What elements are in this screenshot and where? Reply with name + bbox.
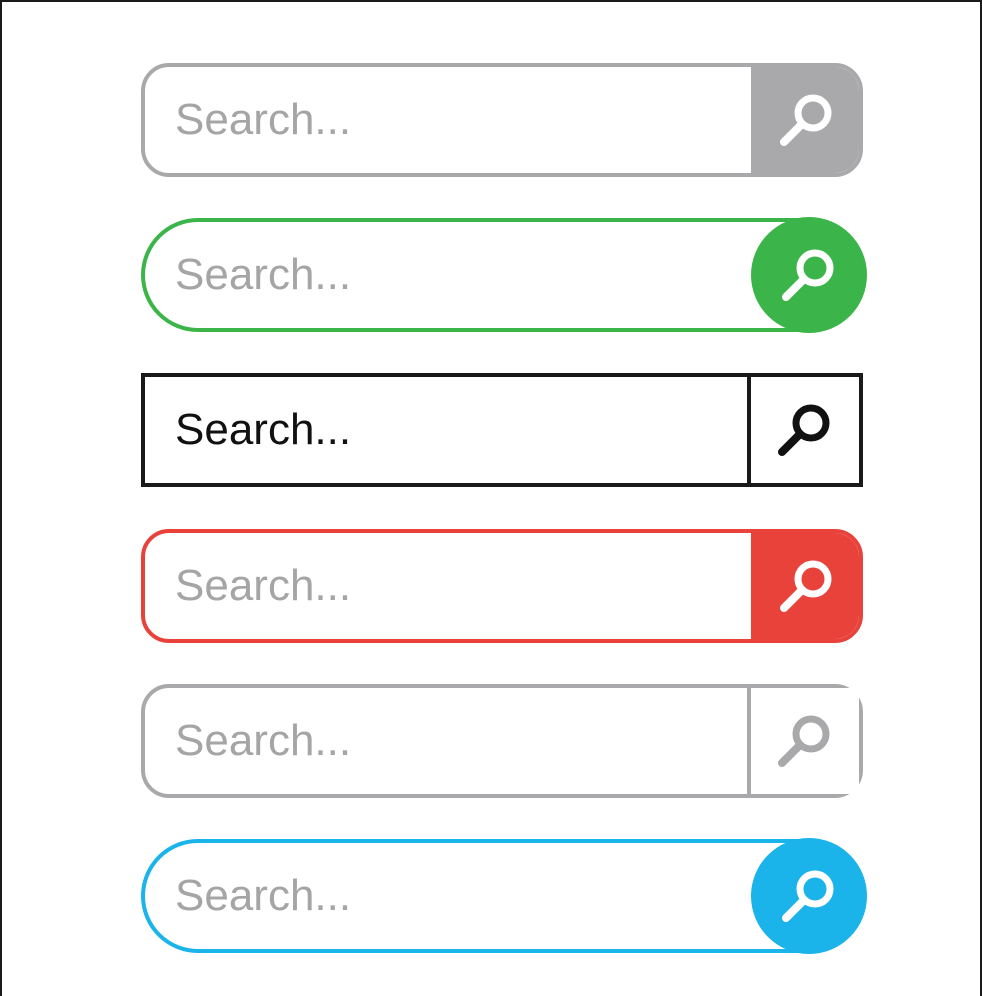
magnifier-icon	[780, 560, 832, 612]
magnifier-icon	[782, 870, 834, 922]
search-button[interactable]	[747, 377, 859, 483]
search-bar-blue: Search...	[141, 838, 867, 954]
search-bar-red: Search...	[141, 529, 863, 643]
search-bar-grey-outline: Search...	[141, 684, 863, 798]
search-bar-black: Search...	[141, 373, 863, 487]
search-button[interactable]	[747, 688, 859, 794]
magnifier-icon	[778, 715, 830, 767]
search-button[interactable]	[751, 217, 867, 333]
search-bar-green: Search...	[141, 217, 867, 333]
magnifier-icon	[780, 94, 832, 146]
search-bar-grey: Search...	[141, 63, 863, 177]
search-button[interactable]	[751, 533, 859, 639]
search-bar-showcase: Search... Search... Search... Search...	[0, 0, 982, 996]
search-button[interactable]	[751, 67, 859, 173]
search-button[interactable]	[751, 838, 867, 954]
magnifier-icon	[782, 249, 834, 301]
magnifier-icon	[778, 404, 830, 456]
